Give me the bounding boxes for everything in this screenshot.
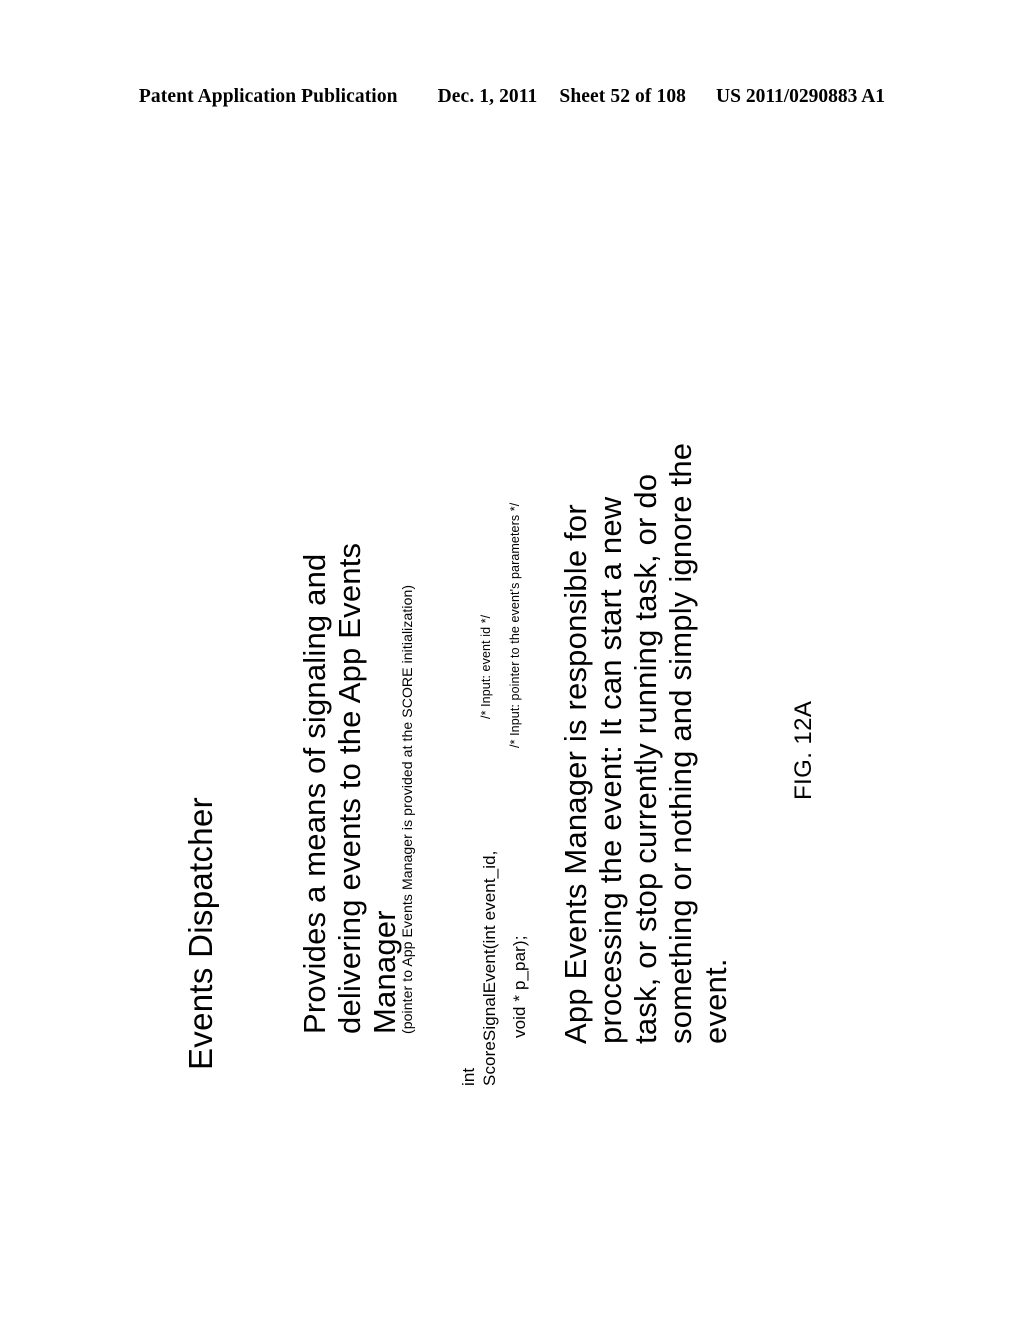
header-sheet-number: Sheet 52 of 108 — [559, 86, 687, 107]
paragraph-1-line: Manager — [367, 910, 402, 1034]
header-publication-title: Patent Application Publication — [138, 86, 398, 107]
figure-note: (pointer to App Events Manager is provid… — [399, 584, 415, 1034]
code-comment: /* Input: pointer to the event's paramet… — [508, 502, 522, 748]
code-return-type: int — [459, 1067, 478, 1086]
figure-heading: Events Dispatcher — [182, 797, 219, 1070]
code-comment: /* Input: event id */ — [479, 614, 493, 719]
paragraph-1-line: Provides a means of signaling and — [297, 553, 332, 1034]
header-patent-number: US 2011/0290883 A1 — [716, 86, 886, 107]
figure-caption: FIG. 12A — [790, 700, 817, 800]
paragraph-2-line: something or nothing and simply ignore t… — [663, 442, 698, 1044]
patent-drawing-sheet: Patent Application Publication Dec. 1, 2… — [0, 0, 1024, 1320]
page-header: Patent Application Publication Dec. 1, 2… — [0, 86, 1024, 112]
code-signature: ScoreSignalEvent(int event_id, — [480, 850, 499, 1086]
paragraph-2-line: App Events Manager is responsible for — [558, 504, 593, 1044]
paragraph-2-line: processing the event: It can start a new — [593, 496, 628, 1044]
header-publication-date: Dec. 1, 2011 — [437, 86, 538, 107]
code-parameter: void * p_par); — [510, 935, 529, 1038]
paragraph-2-line: task, or stop currently running task, or… — [628, 473, 663, 1044]
paragraph-1-line: delivering events to the App Events — [332, 542, 367, 1034]
paragraph-2-line: event. — [698, 958, 733, 1044]
